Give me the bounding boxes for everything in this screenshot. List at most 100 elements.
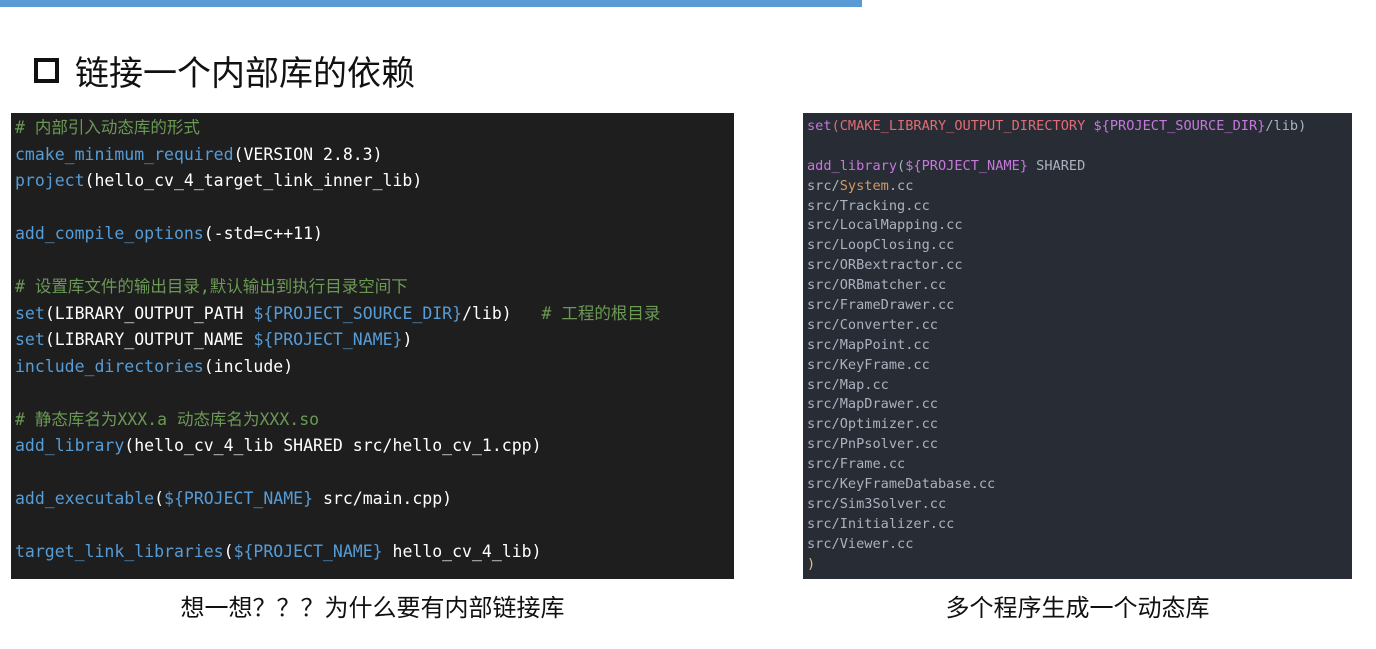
code-token: /lib) (1265, 118, 1307, 134)
code-line: src/ORBextractor.cc (807, 256, 1352, 276)
code-token: # 工程的根目录 (541, 303, 661, 323)
top-accent-bar (0, 0, 862, 7)
code-token: add_library (15, 436, 125, 455)
code-token: src/Optimizer.cc (807, 416, 938, 433)
code-token: ) (402, 330, 413, 349)
code-line: src/Frame.cc (807, 455, 1352, 475)
code-token: ${PROJECT_SOURCE_DIR} (1093, 118, 1266, 134)
code-token: ${PROJECT_NAME} (164, 489, 314, 508)
code-token: src/PnPsolver.cc (807, 436, 938, 453)
code-token: /lib) (462, 303, 542, 323)
caption-left: 想一想？？？为什么要有内部链接库 (180, 594, 565, 622)
code-token: src/Initializer.cc (807, 515, 955, 532)
code-token: src/LocalMapping.cc (807, 217, 963, 234)
code-token: ${PROJECT_NAME} (253, 330, 403, 349)
code-token: add_executable (15, 489, 155, 508)
caption-right: 多个程序生成一个动态库 (945, 594, 1210, 622)
code-token: src/LoopClosing.cc (807, 237, 955, 254)
code-token: ${PROJECT_SOURCE_DIR} (253, 303, 463, 323)
code-token: src/Frame.cc (807, 456, 906, 473)
code-line: target_link_libraries(${PROJECT_NAME} he… (15, 539, 734, 566)
code-token: SHARED (1027, 157, 1086, 174)
code-line: src/LocalMapping.cc (807, 216, 1352, 236)
section-heading: 链接一个内部库的依赖 (34, 44, 415, 96)
code-token: set (15, 303, 45, 323)
code-line: src/KeyFrame.cc (807, 356, 1352, 376)
code-line: # 设置库文件的输出目录,默认输出到执行目录空间下 (15, 274, 734, 301)
section-heading-text: 链接一个内部库的依赖 (75, 53, 415, 94)
code-token: src/MapDrawer.cc (807, 396, 938, 413)
code-block-cmake-shared-library: set(CMAKE_LIBRARY_OUTPUT_DIRECTORY ${PRO… (803, 113, 1352, 579)
code-token: (hello_cv_4_target_link_inner_lib) (84, 171, 423, 190)
code-token: # 设置库文件的输出目录,默认输出到执行目录空间下 (15, 277, 408, 296)
code-line: # 内部引入动态库的形式 (15, 115, 734, 142)
code-token: (include) (203, 356, 294, 376)
code-token: set (807, 118, 832, 134)
code-token: (LIBRARY_OUTPUT_NAME (44, 330, 254, 349)
code-token: set (15, 330, 45, 349)
code-line: # 静态库名为XXX.a 动态库名为XXX.so (15, 407, 734, 434)
code-line: ) (807, 555, 1352, 575)
code-token: src/KeyFrameDatabase.cc (807, 476, 996, 493)
square-bullet-icon (34, 57, 59, 83)
code-line: project(hello_cv_4_target_link_inner_lib… (15, 168, 734, 195)
code-token: src/main.cpp) (313, 489, 453, 508)
code-token: src/ORBextractor.cc (807, 257, 963, 274)
code-line: add_executable(${PROJECT_NAME} src/main.… (15, 486, 734, 513)
code-line: src/Tracking.cc (807, 197, 1352, 217)
code-token: project (15, 171, 85, 190)
code-token: .cc (888, 177, 914, 194)
code-token: (LIBRARY_OUTPUT_PATH (44, 303, 254, 323)
code-line: src/ORBmatcher.cc (807, 276, 1352, 296)
code-line: src/LoopClosing.cc (807, 236, 1352, 256)
code-line: add_library(hello_cv_4_lib SHARED src/he… (15, 433, 734, 460)
code-token: hello_cv_4_lib) (382, 542, 542, 561)
code-line: src/System.cc (807, 177, 1352, 197)
code-line: set(CMAKE_LIBRARY_OUTPUT_DIRECTORY ${PRO… (807, 117, 1352, 137)
code-block-cmake-inner-lib: # 内部引入动态库的形式 cmake_minimum_required(VERSI… (11, 113, 734, 579)
code-token: (VERSION 2.8.3) (233, 144, 383, 164)
code-line: src/KeyFrameDatabase.cc (807, 475, 1352, 495)
code-token: src/ (807, 177, 840, 194)
code-line: src/Viewer.cc (807, 535, 1352, 555)
code-line: set(LIBRARY_OUTPUT_PATH ${PROJECT_SOURCE… (15, 301, 734, 328)
code-token: src/Tracking.cc (807, 197, 930, 214)
code-token: (hello_cv_4_lib SHARED src/hello_cv_1.cp… (124, 436, 542, 455)
code-line: src/Optimizer.cc (807, 415, 1352, 435)
code-line: src/FrameDrawer.cc (807, 296, 1352, 316)
code-line: add_compile_options(-std=c++11) (15, 221, 734, 248)
code-line: add_library(${PROJECT_NAME} SHARED (807, 157, 1352, 177)
code-token: (-std=c++11) (203, 224, 323, 243)
code-line: src/MapPoint.cc (807, 336, 1352, 356)
code-line: cmake_minimum_required(VERSION 2.8.3) (15, 142, 734, 169)
code-token: add_library (807, 157, 898, 174)
code-line: src/Converter.cc (807, 316, 1352, 336)
code-token: cmake_minimum_required (15, 144, 234, 164)
code-token: src/ORBmatcher.cc (807, 277, 947, 294)
code-token: src/Sim3Solver.cc (807, 495, 947, 512)
code-token: add_compile_options (15, 224, 204, 243)
code-token: ( (154, 489, 165, 508)
code-token: ${PROJECT_NAME} (905, 157, 1028, 174)
code-line: src/Initializer.cc (807, 515, 1352, 535)
code-token: src/MapPoint.cc (807, 336, 930, 353)
code-token: src/KeyFrame.cc (807, 356, 930, 373)
code-line: set(LIBRARY_OUTPUT_NAME ${PROJECT_NAME}) (15, 327, 734, 354)
code-line: src/MapDrawer.cc (807, 395, 1352, 415)
code-token: src/Map.cc (807, 376, 889, 393)
code-line: src/Sim3Solver.cc (807, 495, 1352, 515)
code-token: (CMAKE_LIBRARY_OUTPUT_DIRECTORY (831, 118, 1094, 134)
code-token: ) (807, 555, 816, 572)
code-token: include_directories (15, 356, 204, 376)
code-line: src/PnPsolver.cc (807, 435, 1352, 455)
code-token: ${PROJECT_NAME} (233, 542, 383, 561)
code-token: System (839, 177, 889, 194)
code-token: # 内部引入动态库的形式 (15, 118, 200, 137)
code-token: target_link_libraries (15, 542, 224, 561)
